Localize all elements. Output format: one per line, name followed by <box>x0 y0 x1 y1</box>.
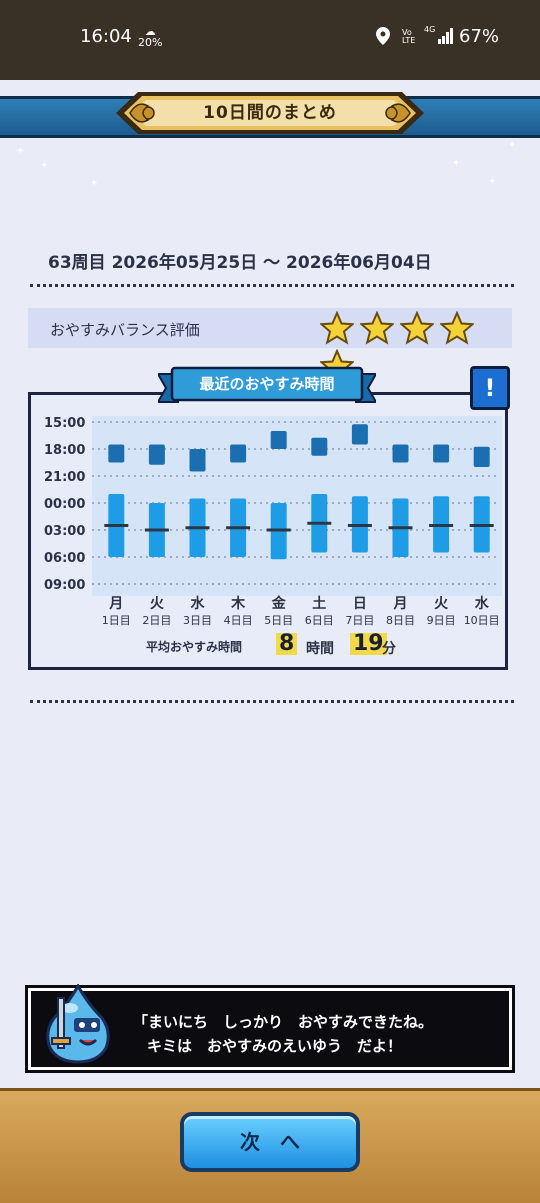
evening-bar <box>108 444 125 463</box>
sleep-mid-marker <box>307 521 332 525</box>
status-bar: 16:04 ☁ 20% Vo LTE 4G 67% <box>0 0 540 80</box>
sparkle-icon: ✦ <box>90 178 99 189</box>
y-tick-label: 03:00 <box>44 524 85 539</box>
y-tick-label: 06:00 <box>44 551 85 566</box>
page-title: 10日間のまとめ <box>203 103 337 123</box>
x-day-label: 1日目 <box>102 614 131 627</box>
average-label: 平均おやすみ時間 <box>146 640 243 654</box>
average-minutes-unit: 分 <box>382 641 396 657</box>
sparkle-icon: ✦ <box>16 146 25 157</box>
sleep-mid-marker <box>388 526 413 530</box>
x-weekday-label: 土 <box>312 595 326 612</box>
sleep-mid-marker <box>185 526 210 530</box>
clock: 16:04 <box>80 26 132 47</box>
sleep-mid-marker <box>226 526 251 530</box>
average-hours-unit: 時間 <box>306 641 334 657</box>
divider <box>30 700 514 703</box>
weather-icon: ☁ 20% <box>138 25 163 49</box>
x-day-label: 2日目 <box>142 614 171 627</box>
sleep-mid-marker <box>429 524 454 527</box>
evening-bar <box>230 444 247 463</box>
sparkle-icon: ✦ <box>40 160 49 171</box>
divider <box>30 284 514 287</box>
x-weekday-label: 火 <box>150 596 165 612</box>
sleep-mid-marker <box>347 524 372 527</box>
sparkle-icon: ✦ <box>488 176 497 187</box>
x-weekday-label: 月 <box>108 596 123 612</box>
x-weekday-label: 水 <box>475 595 490 612</box>
star-icon <box>318 310 356 345</box>
sparkle-icon: ✦ <box>452 158 461 169</box>
evening-bar <box>311 437 328 456</box>
balance-label: おやすみバランス評価 <box>50 321 200 339</box>
sleep-mid-marker <box>144 528 169 532</box>
x-day-label: 6日目 <box>305 614 334 627</box>
sleep-mid-marker <box>469 524 494 527</box>
y-tick-label: 00:00 <box>44 497 85 512</box>
signal-icon <box>438 28 453 44</box>
x-weekday-label: 日 <box>353 596 367 612</box>
x-day-label: 7日目 <box>345 614 374 627</box>
x-weekday-label: 月 <box>393 596 408 612</box>
x-day-label: 8日目 <box>386 614 415 627</box>
x-day-label: 4日目 <box>224 614 253 627</box>
star-icon <box>398 310 436 345</box>
evening-bar <box>270 431 287 449</box>
battery-level: 67% <box>459 26 500 47</box>
x-day-label: 10日目 <box>464 614 500 627</box>
star-rating <box>318 310 512 383</box>
y-tick-label: 09:00 <box>44 578 85 593</box>
x-day-label: 9日目 <box>427 614 456 627</box>
star-icon <box>438 310 476 345</box>
message-line-2: キミは おやすみのえいゆう だよ！ <box>147 1037 403 1055</box>
x-day-label: 5日目 <box>264 614 293 627</box>
network-type: 4G <box>424 25 436 34</box>
evening-bar <box>351 424 368 445</box>
evening-bar <box>473 446 490 467</box>
x-weekday-label: 金 <box>271 595 287 612</box>
weather-percent: 20% <box>138 36 163 49</box>
y-tick-label: 21:00 <box>44 470 85 485</box>
x-day-label: 3日目 <box>183 614 212 627</box>
evening-bar <box>392 444 409 463</box>
star-icon <box>358 310 396 345</box>
evening-bar <box>433 444 450 463</box>
sleep-chart: 15:00 18:00 21:00 00:00 03:00 06:00 09:00 月 1日目 火… <box>44 416 502 627</box>
balance-rating: おやすみバランス評価 <box>28 308 512 383</box>
sleep-mid-marker <box>104 524 129 527</box>
x-weekday-label: 木 <box>230 595 246 612</box>
y-tick-label: 15:00 <box>44 416 85 431</box>
message-line-1: 「まいにち しっかり おやすみできたね。 <box>133 1013 434 1031</box>
sleep-mid-marker <box>266 528 291 532</box>
average-hours: 8 <box>276 633 298 655</box>
sparkle-icon: ✦ <box>508 140 517 151</box>
evening-bar <box>189 449 206 472</box>
volte-icon: Vo LTE <box>402 28 416 45</box>
x-weekday-label: 火 <box>434 596 449 612</box>
evening-bar <box>148 444 165 465</box>
location-icon <box>376 27 390 45</box>
x-weekday-label: 水 <box>191 595 206 612</box>
next-button[interactable]: 次 へ <box>180 1112 360 1172</box>
y-tick-label: 18:00 <box>44 443 85 458</box>
period-range: 63周目 2026年05月25日 ～ 2026年06月04日 <box>48 253 432 273</box>
slime-knight-icon <box>46 984 110 1064</box>
